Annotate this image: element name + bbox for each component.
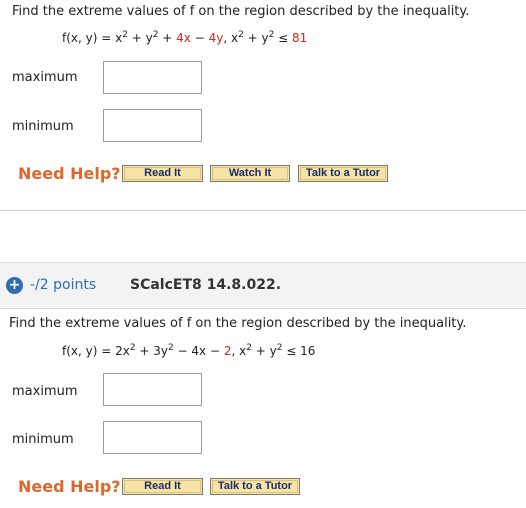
- q2-prompt: Find the extreme values of f on the regi…: [9, 316, 467, 331]
- q2-points: -/2 points: [30, 277, 97, 293]
- q2-minimum-label: minimum: [12, 432, 74, 447]
- section-divider: [0, 210, 526, 211]
- q2-need-help: Need Help?: [18, 477, 121, 496]
- q1-maximum-input[interactable]: [103, 61, 202, 94]
- q1-read-it-button[interactable]: Read It: [122, 165, 203, 182]
- q2-read-it-button[interactable]: Read It: [122, 478, 203, 495]
- q2-code: SCalcET8 14.8.022.: [130, 277, 282, 293]
- q2-maximum-label: maximum: [12, 384, 78, 399]
- q2-formula: f(x, y) = 2x2 + 3y2 − 4x − 2, x2 + y2 ≤ …: [62, 343, 316, 358]
- q2-maximum-input[interactable]: [103, 373, 202, 406]
- q1-need-help: Need Help?: [18, 164, 121, 183]
- q1-maximum-label: maximum: [12, 70, 78, 85]
- expand-plus-icon[interactable]: +: [6, 277, 23, 294]
- q1-prompt: Find the extreme values of f on the regi…: [12, 4, 470, 19]
- q1-minimum-input[interactable]: [103, 109, 202, 142]
- q1-minimum-label: minimum: [12, 119, 74, 134]
- q2-minimum-input[interactable]: [103, 421, 202, 454]
- q2-talk-to-tutor-button[interactable]: Talk to a Tutor: [210, 478, 300, 495]
- q1-talk-to-tutor-button[interactable]: Talk to a Tutor: [298, 165, 388, 182]
- q1-watch-it-button[interactable]: Watch It: [210, 165, 290, 182]
- q1-formula: f(x, y) = x2 + y2 + 4x − 4y, x2 + y2 ≤ 8…: [62, 30, 308, 45]
